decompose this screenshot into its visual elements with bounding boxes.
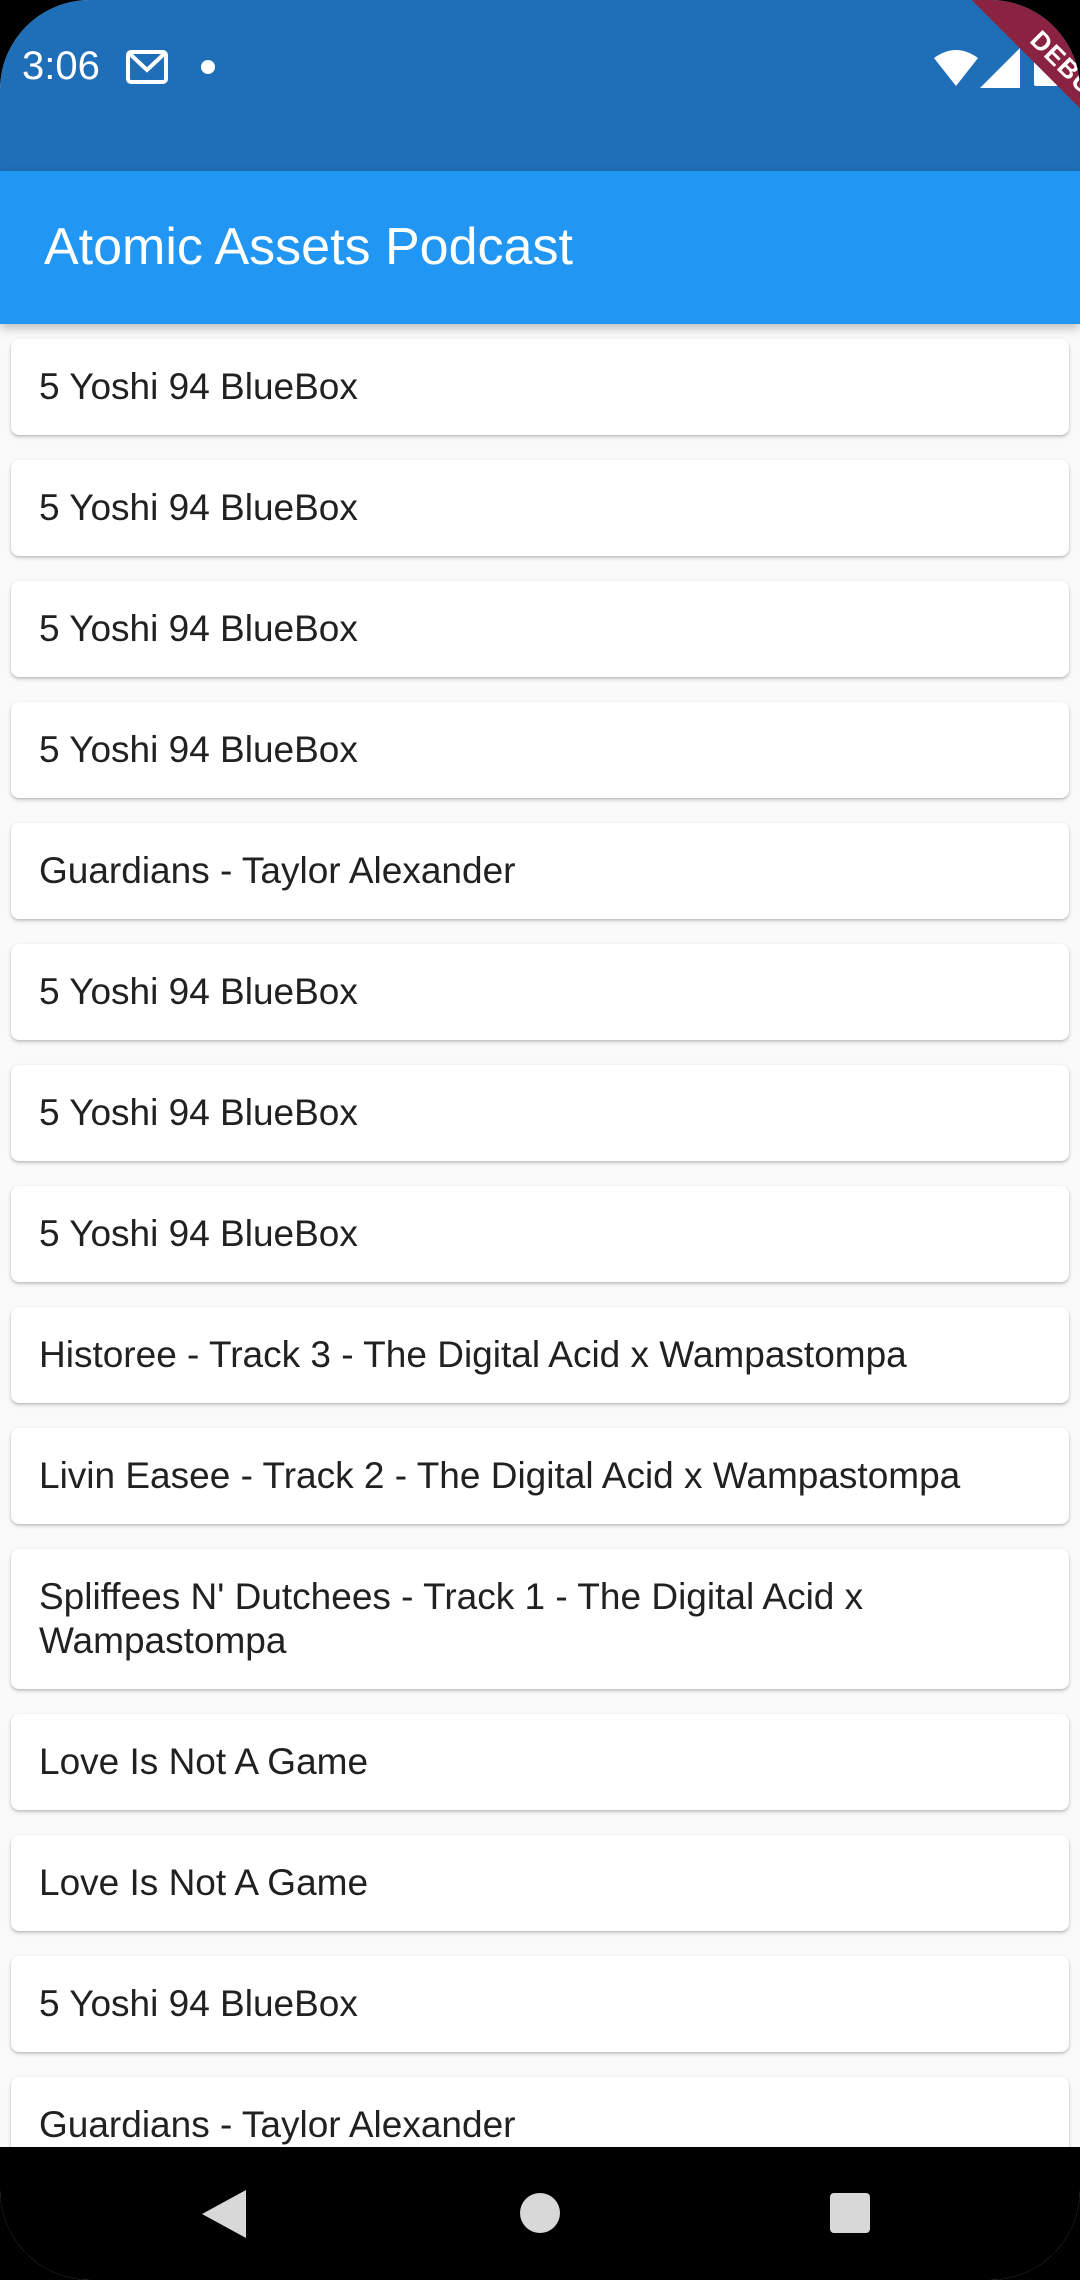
debug-banner: DEBUG [963,0,1080,177]
episode-card[interactable]: 5 Yoshi 94 BlueBox [11,1956,1069,2052]
episode-card[interactable]: Historee - Track 3 - The Digital Acid x … [11,1307,1069,1403]
episode-card[interactable]: 5 Yoshi 94 BlueBox [11,581,1069,677]
episode-title: 5 Yoshi 94 BlueBox [39,1983,358,2024]
episode-list[interactable]: 5 Yoshi 94 BlueBox 5 Yoshi 94 BlueBox 5 … [0,324,1080,2147]
episode-title: Historee - Track 3 - The Digital Acid x … [39,1334,907,1375]
status-bar: 3:06 DEBUG [0,0,1080,177]
episode-title: 5 Yoshi 94 BlueBox [39,366,358,407]
back-icon[interactable] [202,2190,246,2238]
status-time: 3:06 [22,44,100,88]
episode-card[interactable]: 5 Yoshi 94 BlueBox [11,702,1069,798]
app-bar: Atomic Assets Podcast [0,171,1080,324]
signal-icon [980,48,1020,88]
episode-title: 5 Yoshi 94 BlueBox [39,1092,358,1133]
episode-card[interactable]: Guardians - Taylor Alexander [11,2077,1069,2147]
navigation-bar [0,2147,1080,2280]
episode-title: Spliffees N' Dutchees - Track 1 - The Di… [39,1576,864,1661]
episode-card[interactable]: 5 Yoshi 94 BlueBox [11,460,1069,556]
recents-icon[interactable] [830,2193,870,2233]
episode-card[interactable]: Love Is Not A Game [11,1714,1069,1810]
episode-card[interactable]: 5 Yoshi 94 BlueBox [11,944,1069,1040]
episode-title: 5 Yoshi 94 BlueBox [39,971,358,1012]
episode-title: Livin Easee - Track 2 - The Digital Acid… [39,1455,961,1496]
episode-title: 5 Yoshi 94 BlueBox [39,487,358,528]
episode-card[interactable]: Spliffees N' Dutchees - Track 1 - The Di… [11,1549,1069,1689]
episode-title: Love Is Not A Game [39,1862,369,1903]
phone-screen: 3:06 DEBUG Atomic Assets Podcast 5 Yoshi… [0,0,1080,2280]
page-title: Atomic Assets Podcast [44,218,573,276]
episode-title: 5 Yoshi 94 BlueBox [39,729,358,770]
episode-card[interactable]: Love Is Not A Game [11,1835,1069,1931]
home-icon[interactable] [520,2193,560,2233]
episode-title: Guardians - Taylor Alexander [39,850,516,891]
episode-card[interactable]: 5 Yoshi 94 BlueBox [11,1065,1069,1161]
episode-card[interactable]: 5 Yoshi 94 BlueBox [11,339,1069,435]
wifi-icon [934,50,978,86]
gmail-notification-icon [126,50,168,84]
notification-dot-icon [201,60,215,74]
episode-card[interactable]: 5 Yoshi 94 BlueBox [11,1186,1069,1282]
episode-card[interactable]: Livin Easee - Track 2 - The Digital Acid… [11,1428,1069,1524]
episode-title: Guardians - Taylor Alexander [39,2104,516,2145]
episode-title: Love Is Not A Game [39,1741,369,1782]
episode-title: 5 Yoshi 94 BlueBox [39,1213,358,1254]
episode-title: 5 Yoshi 94 BlueBox [39,608,358,649]
episode-card[interactable]: Guardians - Taylor Alexander [11,823,1069,919]
